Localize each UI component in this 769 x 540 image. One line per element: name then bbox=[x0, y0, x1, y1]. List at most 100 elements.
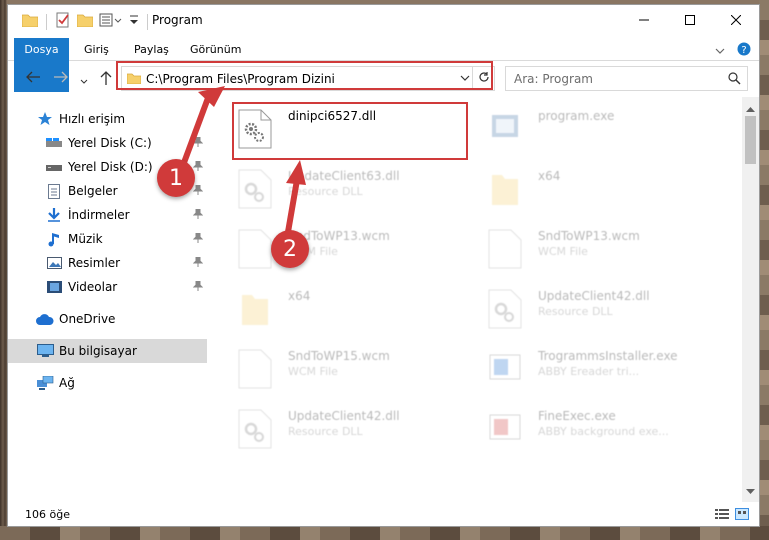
cloud-icon bbox=[36, 310, 54, 328]
minimize-button[interactable] bbox=[621, 5, 667, 36]
file-item[interactable]: UpdateClient42.dll Resource DLL bbox=[234, 403, 474, 457]
sidebar-item-label: OneDrive bbox=[59, 312, 116, 326]
pin-icon[interactable] bbox=[192, 232, 204, 246]
file-name: UpdateClient42.dll bbox=[538, 289, 650, 303]
search-input[interactable] bbox=[506, 67, 721, 90]
file-name: UpdateClient63.dll bbox=[288, 169, 400, 183]
file-item[interactable]: SndToWP15.wcm WCM File bbox=[234, 343, 474, 397]
scrollbar-thumb[interactable] bbox=[745, 116, 756, 164]
help-icon[interactable]: ? bbox=[737, 42, 751, 59]
folder-icon bbox=[21, 13, 39, 30]
sidebar-item-onedrive[interactable]: OneDrive bbox=[8, 308, 207, 330]
folder-icon bbox=[238, 289, 272, 332]
view-switcher bbox=[715, 508, 749, 523]
sidebar-item-videos[interactable]: Videolar bbox=[8, 276, 207, 298]
pin-icon[interactable] bbox=[192, 184, 204, 198]
pin-icon[interactable] bbox=[192, 160, 204, 174]
exe-icon bbox=[488, 109, 522, 152]
item-count: 106 öğe bbox=[25, 508, 70, 521]
sidebar-item-label: İndirmeler bbox=[68, 208, 130, 222]
pin-icon[interactable] bbox=[192, 256, 204, 270]
file-item[interactable]: x64 bbox=[234, 283, 474, 337]
pin-icon[interactable] bbox=[192, 136, 204, 150]
tab-view[interactable]: Görünüm bbox=[178, 38, 253, 61]
computer-icon bbox=[36, 342, 54, 360]
toolbar-divider bbox=[147, 13, 148, 30]
file-type: WCM File bbox=[288, 365, 338, 378]
file-item[interactable]: FineExec.exe ABBY background exe... bbox=[484, 403, 724, 457]
pin-icon[interactable] bbox=[192, 208, 204, 222]
step-badge-1: 1 bbox=[157, 159, 195, 197]
folder-icon bbox=[488, 169, 522, 212]
sidebar-item-label: Belgeler bbox=[68, 184, 118, 198]
file-item[interactable]: x64 bbox=[484, 163, 724, 217]
file-name: SndToWP15.wcm bbox=[288, 349, 390, 363]
expand-ribbon-icon[interactable] bbox=[715, 44, 725, 58]
sidebar-item-label: Videolar bbox=[68, 280, 118, 294]
qat-dropdown-icon[interactable] bbox=[129, 14, 139, 29]
search-icon[interactable] bbox=[728, 72, 741, 88]
file-item[interactable]: SndToWP13.wcm WCM File bbox=[234, 223, 474, 277]
file-item[interactable]: UpdateClient42.dll Resource DLL bbox=[484, 283, 724, 337]
file-type: WCM File bbox=[538, 245, 588, 258]
file-item[interactable]: program.exe bbox=[484, 103, 724, 157]
file-name: SndToWP13.wcm bbox=[538, 229, 640, 243]
pictures-icon bbox=[45, 254, 63, 272]
file-item[interactable]: TrogrammsInstaller.exe ABBY Ereader tri.… bbox=[484, 343, 724, 397]
vertical-scrollbar[interactable] bbox=[742, 97, 759, 502]
sidebar-item-music[interactable]: Müzik bbox=[8, 228, 207, 250]
maximize-button[interactable] bbox=[667, 5, 713, 36]
up-arrow-icon[interactable] bbox=[100, 71, 112, 88]
pin-icon[interactable] bbox=[192, 280, 204, 294]
file-name: TrogrammsInstaller.exe bbox=[538, 349, 678, 363]
file-item[interactable]: SndToWP13.wcm WCM File bbox=[484, 223, 724, 277]
sidebar-item-network[interactable]: Ağ bbox=[8, 372, 207, 394]
sidebar-item-label: Resimler bbox=[68, 256, 121, 270]
sidebar-item-label: Yerel Disk (D:) bbox=[68, 160, 153, 174]
status-bar: 106 öğe bbox=[8, 504, 759, 526]
desktop-background-strip-bottom bbox=[0, 526, 769, 540]
documents-icon bbox=[45, 182, 63, 200]
recent-locations-icon[interactable] bbox=[80, 74, 88, 88]
file-name: x64 bbox=[288, 289, 311, 303]
sidebar-item-label: Ağ bbox=[59, 376, 75, 390]
customize-toolbar-icon[interactable] bbox=[99, 13, 123, 30]
file-type: ABBY Ereader tri... bbox=[538, 365, 640, 378]
file-type: Resource DLL bbox=[538, 305, 613, 318]
scroll-up-icon[interactable] bbox=[746, 101, 755, 115]
title-bar: Program bbox=[8, 5, 759, 36]
forward-arrow-icon[interactable] bbox=[54, 71, 68, 86]
file-name: program.exe bbox=[538, 109, 615, 123]
file-name: UpdateClient42.dll bbox=[288, 409, 400, 423]
tab-share[interactable]: Paylaş bbox=[122, 38, 181, 61]
address-bar-highlight bbox=[116, 61, 493, 90]
sidebar-item-pictures[interactable]: Resimler bbox=[8, 252, 207, 274]
sidebar-item-label: Müzik bbox=[68, 232, 103, 246]
step-badge-2: 2 bbox=[271, 230, 309, 268]
minimize-icon bbox=[639, 14, 649, 28]
toolbar-divider bbox=[46, 13, 47, 30]
scroll-down-icon[interactable] bbox=[746, 484, 755, 498]
dll-gear-icon bbox=[238, 169, 272, 212]
drive-icon bbox=[45, 158, 63, 176]
file-type: Resource DLL bbox=[288, 185, 363, 198]
tab-home[interactable]: Giriş bbox=[72, 38, 121, 61]
desktop-background-strip bbox=[759, 0, 769, 540]
sidebar-item-quick-access[interactable]: Hızlı erişim bbox=[8, 108, 207, 130]
tiles-view-icon[interactable] bbox=[735, 508, 749, 523]
file-item[interactable]: UpdateClient63.dll Resource DLL bbox=[234, 163, 474, 217]
close-button[interactable] bbox=[713, 5, 759, 36]
back-arrow-icon[interactable] bbox=[26, 71, 40, 86]
maximize-icon bbox=[685, 14, 695, 28]
svg-text:?: ? bbox=[741, 45, 746, 56]
close-icon bbox=[730, 14, 742, 28]
details-view-icon[interactable] bbox=[715, 508, 729, 523]
sidebar-item-drive-c[interactable]: Yerel Disk (C:) bbox=[8, 132, 207, 154]
quick-access-toolbar bbox=[21, 12, 150, 31]
ribbon-controls: ? bbox=[715, 42, 751, 59]
sidebar-item-downloads[interactable]: İndirmeler bbox=[8, 204, 207, 226]
new-folder-icon[interactable] bbox=[76, 13, 94, 30]
sidebar-item-this-pc[interactable]: Bu bilgisayar bbox=[8, 339, 207, 363]
search-box[interactable] bbox=[505, 66, 748, 91]
properties-icon[interactable] bbox=[55, 12, 71, 31]
